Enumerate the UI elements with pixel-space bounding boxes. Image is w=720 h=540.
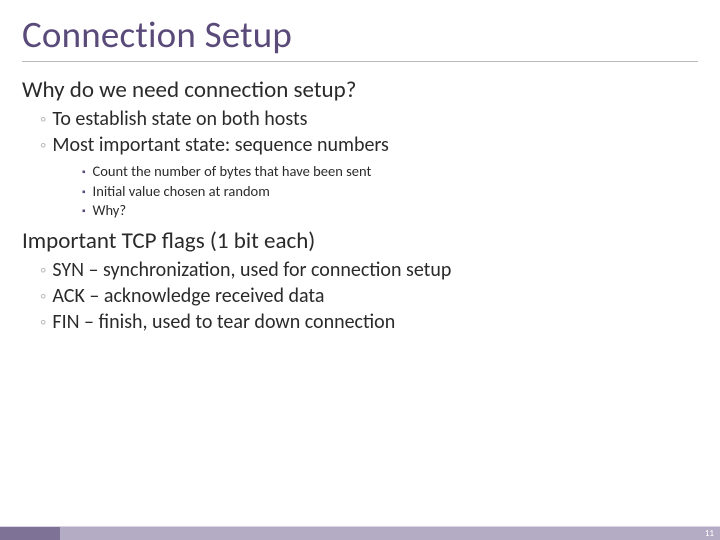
list-item: ▪ Initial value chosen at random bbox=[82, 182, 698, 202]
sub-bullet-list: ▪ Count the number of bytes that have be… bbox=[82, 162, 698, 221]
page-number: 11 bbox=[705, 528, 714, 539]
list-item: ◦ SYN – synchronization, used for connec… bbox=[40, 257, 698, 283]
bullet-ring-icon: ◦ bbox=[40, 259, 46, 282]
list-item-text: Initial value chosen at random bbox=[93, 182, 270, 202]
section-heading: Why do we need connection setup? bbox=[22, 76, 698, 104]
footer-bar bbox=[0, 527, 720, 540]
list-item: ▪ Count the number of bytes that have be… bbox=[82, 162, 698, 182]
list-item: ◦ To establish state on both hosts bbox=[40, 106, 698, 132]
section-heading: Important TCP flags (1 bit each) bbox=[22, 227, 698, 255]
title-rule bbox=[22, 61, 698, 62]
list-item-text: Count the number of bytes that have been… bbox=[93, 162, 372, 182]
bullet-square-icon: ▪ bbox=[82, 204, 86, 218]
list-item-text: Most important state: sequence numbers bbox=[52, 132, 388, 158]
slide: Connection Setup Why do we need connecti… bbox=[0, 0, 720, 540]
bullet-list: ◦ SYN – synchronization, used for connec… bbox=[40, 257, 698, 335]
list-item-text: FIN – finish, used to tear down connecti… bbox=[52, 309, 395, 335]
list-item: ◦ ACK – acknowledge received data bbox=[40, 283, 698, 309]
slide-footer: 11 bbox=[0, 526, 720, 540]
slide-title: Connection Setup bbox=[22, 12, 698, 57]
bullet-ring-icon: ◦ bbox=[40, 285, 46, 308]
bullet-square-icon: ▪ bbox=[82, 185, 86, 199]
list-item-text: Why? bbox=[93, 201, 127, 221]
list-item: ▪ Why? bbox=[82, 201, 698, 221]
footer-accent bbox=[0, 527, 60, 540]
bullet-list: ◦ To establish state on both hosts ◦ Mos… bbox=[40, 106, 698, 221]
list-item: ◦ FIN – finish, used to tear down connec… bbox=[40, 309, 698, 335]
bullet-ring-icon: ◦ bbox=[40, 108, 46, 131]
list-item-text: To establish state on both hosts bbox=[52, 106, 307, 132]
list-item: ◦ Most important state: sequence numbers bbox=[40, 132, 698, 158]
bullet-ring-icon: ◦ bbox=[40, 134, 46, 157]
bullet-ring-icon: ◦ bbox=[40, 311, 46, 334]
list-item-text: SYN – synchronization, used for connecti… bbox=[52, 257, 451, 283]
bullet-square-icon: ▪ bbox=[82, 165, 86, 179]
list-item-text: ACK – acknowledge received data bbox=[52, 283, 324, 309]
